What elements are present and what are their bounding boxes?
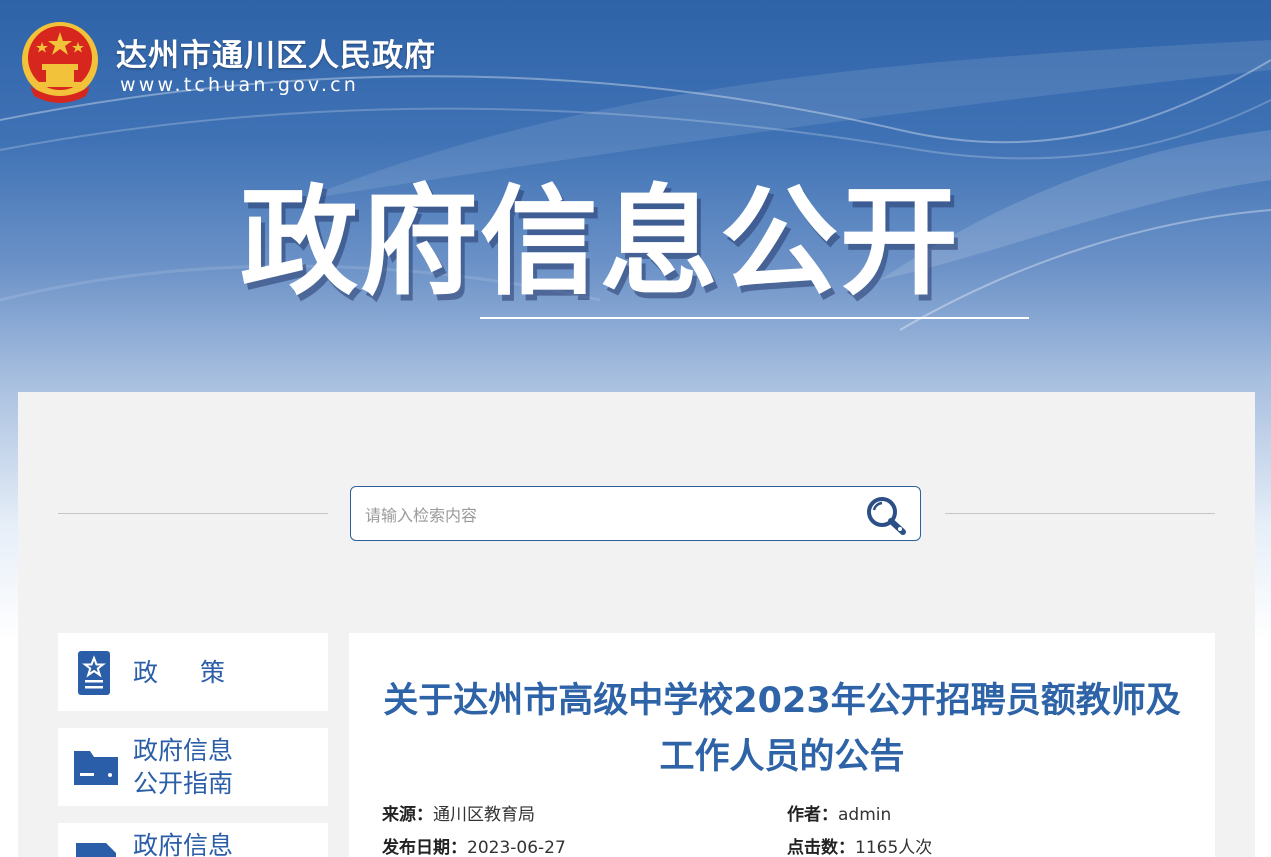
sidebar-item-policy[interactable]: 政策: [58, 633, 328, 711]
article-card: 关于达州市高级中学校2023年公开招聘员额教师及 工作人员的公告 来源：通川区教…: [349, 633, 1215, 857]
meta-author-label: 作者: [787, 805, 821, 825]
meta-source-label: 来源: [382, 805, 416, 825]
article-title-line2: 工作人员的公告: [659, 737, 905, 777]
site-name: 达州市通川区人民政府: [116, 38, 436, 74]
meta-date-label: 发布日期: [382, 838, 450, 857]
national-emblem-icon: [22, 22, 98, 103]
policy-doc-icon: [78, 651, 110, 695]
meta-clicks-label: 点击数: [787, 838, 838, 857]
sidebar-item-label-line1: 政府信息: [133, 736, 234, 765]
article-title: 关于达州市高级中学校2023年公开招聘员额教师及 工作人员的公告: [369, 673, 1195, 785]
document-icon: [76, 843, 116, 857]
meta-source-value: 通川区教育局: [433, 805, 535, 825]
site-url[interactable]: www.tchuan.gov.cn: [120, 74, 359, 96]
meta-source: 来源：通川区教育局: [382, 805, 535, 825]
search-input[interactable]: [363, 497, 847, 533]
article-title-line1: 关于达州市高级中学校2023年公开招聘员额教师及: [383, 681, 1181, 721]
magnifier-icon[interactable]: [864, 494, 908, 536]
meta-date-value: 2023-06-27: [467, 838, 566, 857]
meta-author-value: admin: [838, 805, 892, 825]
banner-title: 政府信息公开: [240, 173, 961, 311]
folder-icon: [74, 751, 118, 785]
sidebar-item-gov-info[interactable]: 政府信息: [58, 823, 328, 857]
sidebar-item-label-line1: 政府信息: [133, 831, 234, 857]
meta-clicks: 点击数：1165人次: [787, 838, 933, 857]
sidebar-item-disclosure-guide[interactable]: 政府信息 公开指南: [58, 728, 328, 806]
meta-date: 发布日期：2023-06-27: [382, 838, 566, 857]
meta-author: 作者：admin: [787, 805, 892, 825]
meta-clicks-value: 1165人次: [855, 838, 933, 857]
search-box: [350, 486, 921, 541]
banner-title-underline: [480, 317, 1029, 319]
sidebar-item-label-line2: 公开指南: [133, 769, 234, 798]
sidebar-item-label: 政策: [133, 658, 268, 687]
search-divider-right: [945, 513, 1215, 514]
search-divider-left: [58, 513, 328, 514]
